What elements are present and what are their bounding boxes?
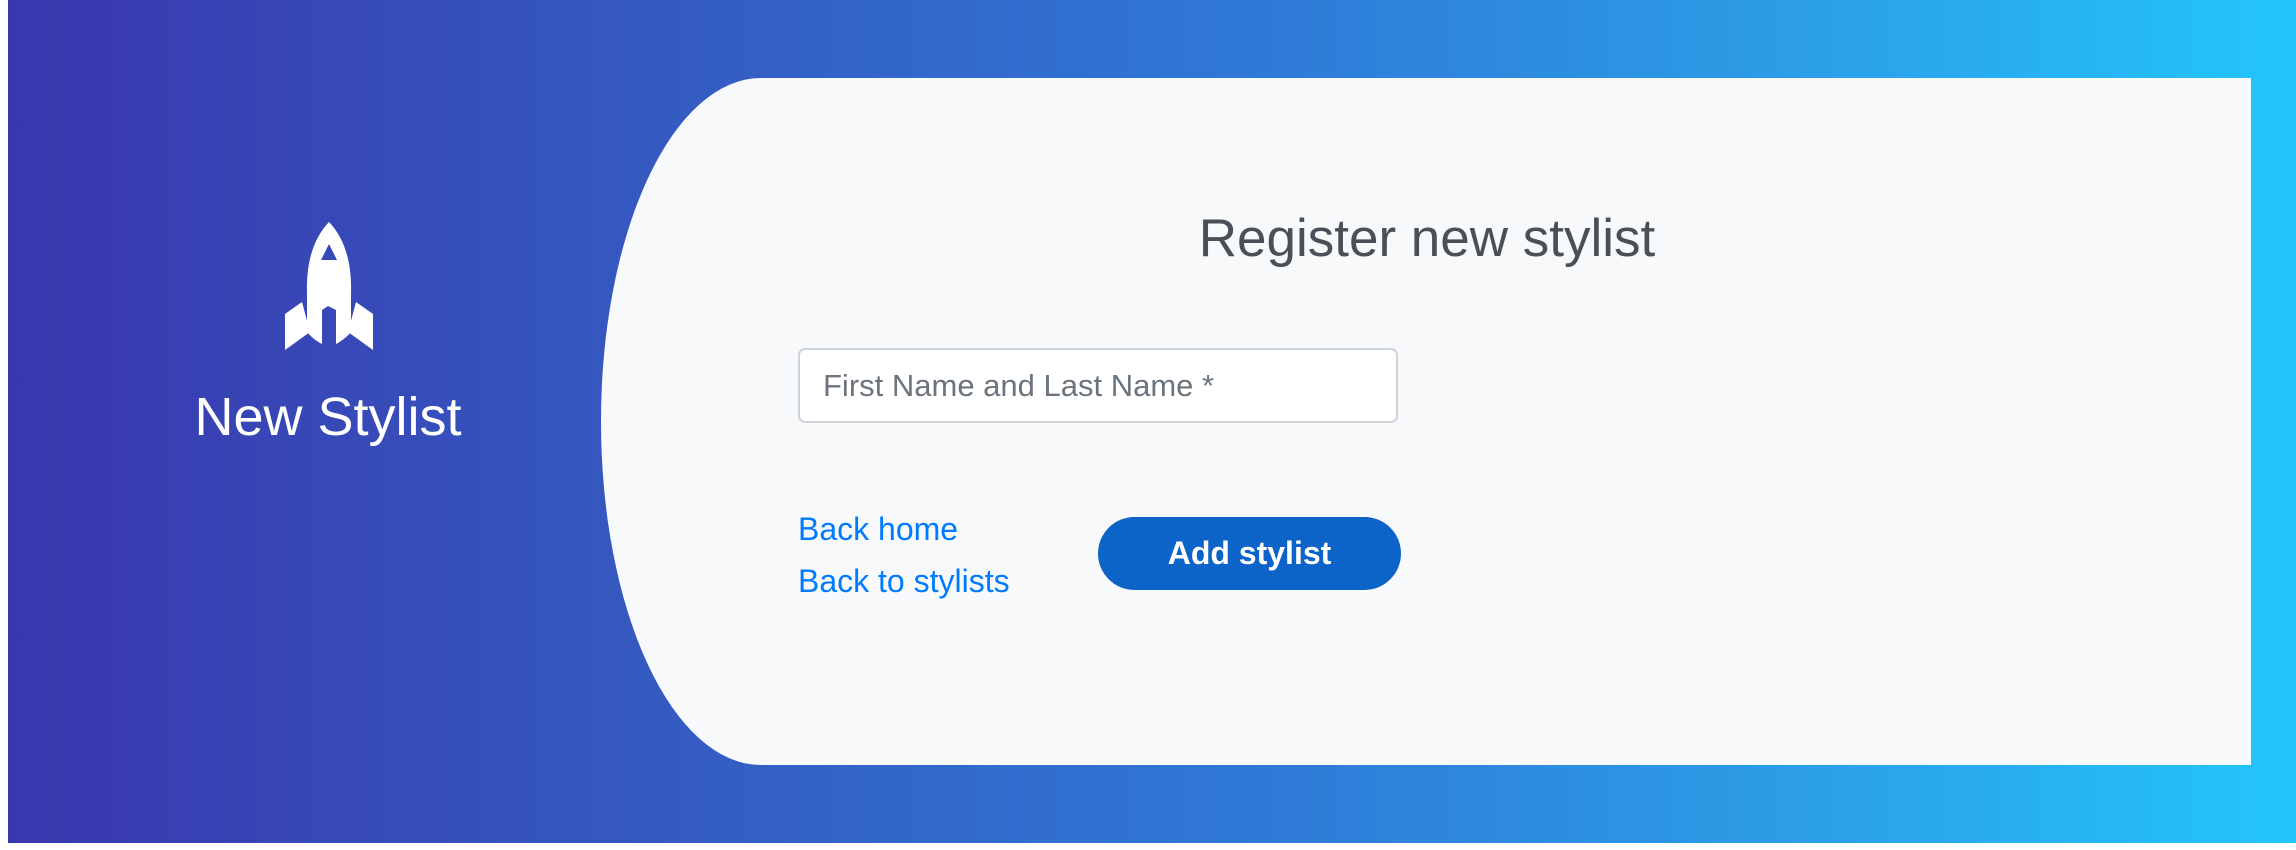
name-input[interactable] — [798, 348, 1398, 423]
page-background: New Stylist Register new stylist Back ho… — [8, 0, 2296, 843]
form-heading: Register new stylist — [1198, 209, 1656, 268]
sidebar-title: New Stylist — [194, 387, 462, 447]
nav-links: Back home Back to stylists — [798, 503, 1058, 607]
back-to-stylists-link[interactable]: Back to stylists — [798, 555, 1058, 607]
register-card: Register new stylist Back home Back to s… — [601, 78, 2251, 765]
add-stylist-button[interactable]: Add stylist — [1098, 517, 1401, 590]
left-panel: New Stylist — [8, 0, 648, 843]
rocket-icon — [285, 222, 373, 350]
back-home-link[interactable]: Back home — [798, 503, 1058, 555]
